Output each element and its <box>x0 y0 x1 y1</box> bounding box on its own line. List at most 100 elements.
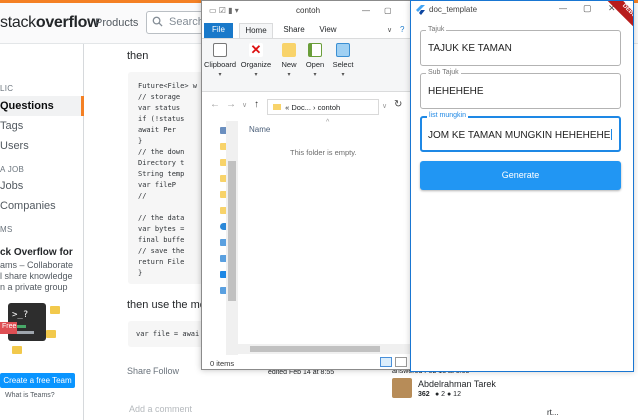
nav-tags[interactable]: Tags <box>0 120 23 132</box>
clipboard-label: Clipboard <box>204 60 237 69</box>
code-line: var fileP <box>138 181 176 189</box>
minimize-button[interactable]: — <box>362 6 370 15</box>
teams-text-2: l share knowledge <box>0 271 73 281</box>
text-cursor <box>611 129 613 140</box>
title-field-label: Tajuk <box>426 26 447 33</box>
user-avatar[interactable] <box>392 378 412 398</box>
teams-heading: ck Overflow for <box>0 247 73 258</box>
scroll-thumb[interactable] <box>250 346 380 352</box>
code-line: final buffe <box>138 236 185 244</box>
code-line: // the data <box>138 214 185 222</box>
nav-pane-scrollbar[interactable] <box>226 121 238 355</box>
organize-button[interactable]: ✕ Organize ▾ <box>240 43 272 89</box>
address-bar[interactable]: « Doc... › contoh <box>267 99 379 115</box>
tab-file[interactable]: File <box>204 23 233 38</box>
select-button[interactable]: Select ▾ <box>328 43 358 89</box>
address-prefix: « <box>285 103 290 112</box>
so-left-sidebar: LIC Questions Tags Users A JOB Jobs Comp… <box>0 44 84 420</box>
create-team-button[interactable]: Create a free Team <box>0 373 75 388</box>
chat-bubble-icon-3 <box>12 346 22 354</box>
answer-text-then: then <box>127 50 149 62</box>
new-folder-icon <box>282 43 296 57</box>
ribbon-collapse-icon[interactable]: ∨ <box>387 26 392 34</box>
code-line: var file = awai <box>136 330 200 338</box>
code-line: Directory t <box>138 159 185 167</box>
address-part-docs[interactable]: Doc... <box>291 103 311 112</box>
nav-find-job-label: A JOB <box>0 165 25 174</box>
sort-up-icon: ^ <box>326 119 330 126</box>
code-line: var status <box>138 104 181 112</box>
clipboard-button[interactable]: Clipboard ▾ <box>204 43 236 89</box>
address-separator: › <box>313 103 316 112</box>
nav-teams-label: MS <box>0 225 13 234</box>
add-comment-link[interactable]: Add a comment <box>129 404 192 414</box>
refresh-icon[interactable]: ↻ <box>394 99 402 110</box>
explorer-title: contoh <box>296 6 321 15</box>
nav-jobs[interactable]: Jobs <box>0 180 23 192</box>
teams-text-3: n a private group <box>0 282 68 292</box>
clipboard-icon <box>213 43 227 57</box>
horizontal-scrollbar[interactable] <box>230 344 410 354</box>
teams-text-1: ams – Collaborate <box>0 260 74 270</box>
subtitle-field[interactable]: Sub Tajuk HEHEHEHE <box>420 69 621 109</box>
address-dropdown-icon[interactable]: ∨ <box>382 102 387 110</box>
code-line: var bytes = <box>138 225 185 233</box>
new-label: New <box>281 60 297 69</box>
share-link[interactable]: Share <box>127 366 151 376</box>
code-line: // the down <box>138 148 185 156</box>
code-line: Future<File> w <box>138 82 198 90</box>
code-line: } <box>138 269 143 277</box>
tab-view[interactable]: View <box>315 23 341 38</box>
list-field-label: list mungkin <box>427 112 468 119</box>
address-folder-icon <box>273 104 281 110</box>
details-view-icon[interactable] <box>380 357 392 367</box>
edited-timestamp[interactable]: edited Feb 14 at 8:55 <box>268 369 334 376</box>
select-label: Select <box>332 60 354 69</box>
code-line: if (!status <box>138 115 185 123</box>
bottom-right-text: rt... <box>547 408 559 417</box>
tab-home[interactable]: Home <box>239 23 273 38</box>
title-field[interactable]: Tajuk TAJUK KE TAMAN <box>420 26 621 66</box>
generate-button[interactable]: Generate <box>420 161 621 190</box>
forward-arrow-icon[interactable]: → <box>226 99 236 110</box>
code-line: // <box>138 192 147 200</box>
search-icon <box>152 16 163 27</box>
nav-questions[interactable]: Questions <box>0 96 84 116</box>
tab-share[interactable]: Share <box>280 23 308 38</box>
so-search-input[interactable]: Search... <box>146 11 213 34</box>
subtitle-field-value[interactable]: HEHEHEHE <box>428 86 484 97</box>
code-line: } <box>138 137 143 145</box>
recent-chevron-icon[interactable]: ∨ <box>242 101 247 109</box>
open-button[interactable]: Open ▾ <box>300 43 330 89</box>
nav-companies[interactable]: Companies <box>0 200 56 212</box>
ribbon-tabs: File Home Share View ∨ ? <box>202 23 412 38</box>
file-explorer-window: ▭ ☑ ▮ ▾ contoh — ▢ File Home Share View … <box>201 0 413 370</box>
open-label: Open <box>305 60 325 69</box>
user-name-link[interactable]: Abdelrahman Tarek <box>418 379 496 389</box>
maximize-button[interactable]: ▢ <box>384 6 392 15</box>
delete-icon: ✕ <box>249 42 263 57</box>
address-bar-row: ← → ∨ ↑ « Doc... › contoh ∨ ↻ <box>202 93 412 119</box>
so-logo[interactable]: stackoverflow <box>0 14 100 32</box>
address-part-contoh[interactable]: contoh <box>318 103 341 112</box>
code-line: String temp <box>138 170 185 178</box>
list-field-value[interactable]: JOM KE TAMAN MUNGKIN HEHEHEHE <box>428 129 613 141</box>
back-arrow-icon[interactable]: ← <box>210 99 220 110</box>
column-header-name[interactable]: Name <box>249 125 270 134</box>
empty-folder-message: This folder is empty. <box>290 148 357 157</box>
status-item-count: 0 items <box>210 359 235 368</box>
what-is-teams-link[interactable]: What is Teams? <box>5 392 55 399</box>
scroll-thumb[interactable] <box>228 161 236 301</box>
properties-icon <box>308 43 322 57</box>
large-icons-view-icon[interactable] <box>395 357 407 367</box>
code-line: await Per <box>138 126 176 134</box>
title-field-value[interactable]: TAJUK KE TAMAN <box>428 43 512 54</box>
code-line: return File <box>138 258 185 266</box>
up-arrow-icon[interactable]: ↑ <box>254 99 259 110</box>
nav-users[interactable]: Users <box>0 140 29 152</box>
ribbon-home: Clipboard ▾ ✕ Organize ▾ New ▾ Open ▾ Select… <box>202 38 412 92</box>
follow-link[interactable]: Follow <box>153 366 179 376</box>
products-link[interactable]: Products <box>95 17 138 29</box>
help-icon[interactable]: ? <box>400 25 404 34</box>
list-field[interactable]: list mungkin JOM KE TAMAN MUNGKIN HEHEHE… <box>420 112 621 152</box>
